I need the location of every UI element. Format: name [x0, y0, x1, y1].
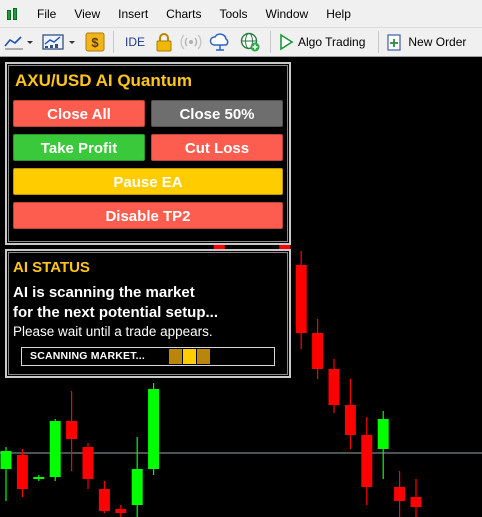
app-logo-icon — [6, 7, 20, 21]
ai-status-panel: AI STATUS AI is scanning the market for … — [5, 249, 291, 378]
candle — [377, 411, 389, 479]
candle — [394, 471, 406, 517]
algo-trading-icon — [280, 33, 294, 51]
menu-bar: File View Insert Charts Tools Window Hel… — [0, 0, 482, 27]
line-chart-icon[interactable] — [2, 30, 36, 54]
ea-control-panel: AXU/USD AI Quantum Close All Close 50% T… — [5, 62, 291, 245]
candle-body — [295, 265, 307, 333]
candle — [98, 481, 110, 513]
disable-tp2-button[interactable]: Disable TP2 — [13, 202, 283, 229]
cut-loss-button[interactable]: Cut Loss — [151, 134, 283, 161]
candle-body — [328, 369, 340, 405]
signal-icon[interactable] — [179, 30, 203, 54]
close-50-button[interactable]: Close 50% — [151, 100, 283, 127]
candle-body — [377, 419, 389, 449]
lock-icon[interactable] — [153, 30, 175, 54]
candle — [16, 449, 28, 497]
svg-text:$: $ — [91, 35, 99, 50]
panel-title: AXU/USD AI Quantum — [15, 71, 192, 90]
candle — [115, 505, 127, 517]
candle — [410, 479, 422, 517]
scan-segment — [169, 349, 182, 364]
candle-body — [0, 451, 12, 469]
candle — [131, 437, 143, 517]
candle-body — [115, 509, 127, 513]
candle — [344, 379, 356, 449]
candle-body — [344, 405, 356, 435]
take-profit-button[interactable]: Take Profit — [13, 134, 145, 161]
status-line-2: for the next potential setup... — [13, 304, 219, 321]
candle — [295, 251, 307, 349]
candle — [82, 443, 94, 489]
scan-segment — [183, 349, 196, 364]
menu-insert[interactable]: Insert — [109, 3, 157, 25]
candle-body — [131, 469, 143, 505]
toolbar-separator — [270, 31, 271, 53]
status-title: AI STATUS — [13, 259, 90, 276]
candle-body — [148, 389, 160, 469]
globe-add-icon[interactable] — [237, 30, 263, 54]
candle — [148, 383, 160, 475]
candle — [361, 417, 373, 505]
scanning-label: SCANNING MARKET... — [30, 350, 146, 362]
ide-button[interactable]: IDE — [121, 30, 149, 54]
menu-charts[interactable]: Charts — [157, 3, 210, 25]
candle-body — [98, 489, 110, 511]
menu-help[interactable]: Help — [317, 3, 360, 25]
candle-body — [33, 477, 45, 479]
candle — [49, 419, 61, 481]
ide-label: IDE — [125, 35, 146, 49]
candle-body — [82, 447, 94, 479]
dollar-icon[interactable]: $ — [84, 30, 106, 54]
algo-trading-button[interactable]: Algo Trading — [278, 30, 371, 54]
candle-body — [361, 435, 373, 487]
pause-ea-button[interactable]: Pause EA — [13, 168, 283, 195]
menu-tools[interactable]: Tools — [211, 3, 257, 25]
menu-file[interactable]: File — [28, 3, 65, 25]
toolbar: $ IDE Algo Trading New Order — [0, 27, 482, 57]
menu-window[interactable]: Window — [257, 3, 318, 25]
algo-trading-label: Algo Trading — [298, 35, 366, 49]
status-line-1: AI is scanning the market — [13, 284, 195, 301]
candle — [66, 391, 78, 471]
candle — [33, 475, 45, 481]
candle-body — [66, 421, 78, 439]
close-all-button[interactable]: Close All — [13, 100, 145, 127]
new-order-button[interactable]: New Order — [386, 30, 470, 54]
toolbar-separator — [113, 31, 114, 53]
menu-view[interactable]: View — [65, 3, 109, 25]
candle — [328, 359, 340, 413]
candle-body — [49, 421, 61, 477]
candle-body — [394, 487, 406, 501]
chart-type-icon[interactable] — [40, 30, 80, 54]
scanning-progress-bar: SCANNING MARKET... — [21, 347, 275, 366]
new-order-icon — [387, 34, 402, 51]
candle-body — [312, 333, 324, 369]
new-order-label: New Order — [408, 35, 467, 49]
toolbar-separator — [378, 31, 380, 53]
candle-body — [16, 455, 28, 489]
candle — [0, 447, 12, 501]
candle — [312, 319, 324, 379]
scan-segment — [197, 349, 210, 364]
candle-body — [410, 497, 422, 507]
cloud-icon[interactable] — [207, 30, 233, 54]
status-line-3: Please wait until a trade appears. — [13, 324, 213, 339]
